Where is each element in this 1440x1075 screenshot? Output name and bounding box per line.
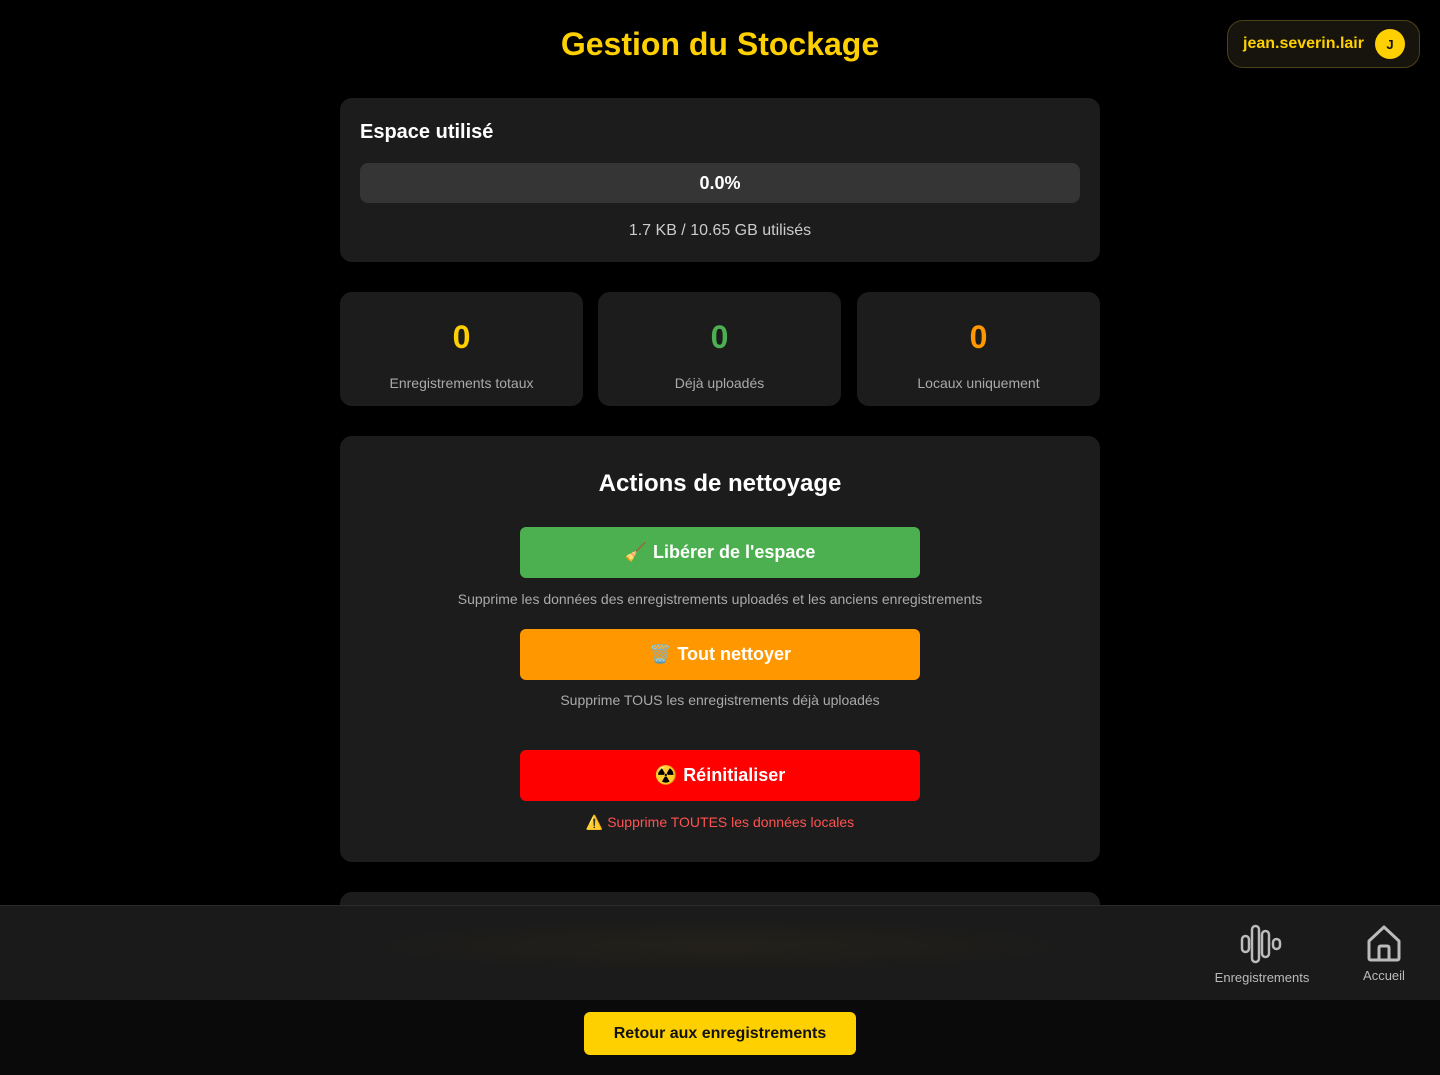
nav-recordings[interactable]: Enregistrements	[1205, 924, 1319, 985]
clean-all-description: Supprime TOUS les enregistrements déjà u…	[560, 692, 880, 708]
cleanup-actions-card: Actions de nettoyage 🧹 Libérer de l'espa…	[340, 436, 1100, 862]
user-menu-button[interactable]: jean.severin.lair J	[1227, 20, 1420, 68]
bottom-nav: Enregistrements Accueil	[0, 905, 1440, 1000]
clean-all-label: Tout nettoyer	[677, 644, 792, 664]
stat-label: Déjà uploadés	[674, 375, 765, 391]
nav-home[interactable]: Accueil	[1344, 924, 1424, 983]
storage-usage-card: Espace utilisé 0.0% 1.7 KB / 10.65 GB ut…	[340, 98, 1100, 262]
blurred-content	[360, 920, 1080, 972]
stat-uploaded: 0 Déjà uploadés	[598, 292, 841, 406]
reset-label: Réinitialiser	[683, 765, 786, 785]
usage-progress-bar: 0.0%	[360, 163, 1080, 203]
footer: Retour aux enregistrements	[0, 1000, 1440, 1075]
reset-description-text: Supprime TOUTES les données locales	[607, 814, 855, 830]
stat-value: 0	[710, 319, 729, 355]
radioactive-icon: ☢️	[654, 765, 678, 786]
actions-title: Actions de nettoyage	[598, 470, 842, 497]
stat-value: 0	[969, 319, 988, 355]
user-name: jean.severin.lair	[1243, 35, 1364, 52]
free-space-button[interactable]: 🧹 Libérer de l'espace	[520, 527, 920, 578]
stat-label: Enregistrements totaux	[389, 375, 534, 391]
trash-icon: 🗑️	[648, 644, 672, 665]
free-space-description: Supprime les données des enregistrements…	[457, 591, 983, 607]
usage-percent: 0.0%	[699, 173, 741, 193]
home-icon	[1367, 925, 1401, 962]
back-to-recordings-button[interactable]: Retour aux enregistrements	[584, 1012, 856, 1055]
stat-value: 0	[452, 319, 471, 355]
waveform-icon	[1240, 924, 1282, 964]
warning-icon: ⚠️	[585, 815, 604, 831]
usage-title: Espace utilisé	[360, 121, 494, 143]
nav-home-label: Accueil	[1363, 968, 1405, 983]
nav-recordings-label: Enregistrements	[1214, 970, 1310, 985]
broom-icon: 🧹	[624, 542, 648, 563]
clean-all-button[interactable]: 🗑️ Tout nettoyer	[520, 629, 920, 680]
free-space-label: Libérer de l'espace	[653, 542, 816, 562]
stat-local-only: 0 Locaux uniquement	[857, 292, 1100, 406]
storage-page: Gestion du Stockage jean.severin.lair J …	[0, 0, 1440, 1075]
reset-description: ⚠️ Supprime TOUTES les données locales	[340, 814, 1100, 831]
stat-total-recordings: 0 Enregistrements totaux	[340, 292, 583, 406]
reset-button[interactable]: ☢️ Réinitialiser	[520, 750, 920, 801]
avatar: J	[1375, 29, 1405, 59]
stat-label: Locaux uniquement	[917, 375, 1040, 391]
usage-detail: 1.7 KB / 10.65 GB utilisés	[628, 222, 812, 239]
page-title: Gestion du Stockage	[560, 26, 880, 62]
